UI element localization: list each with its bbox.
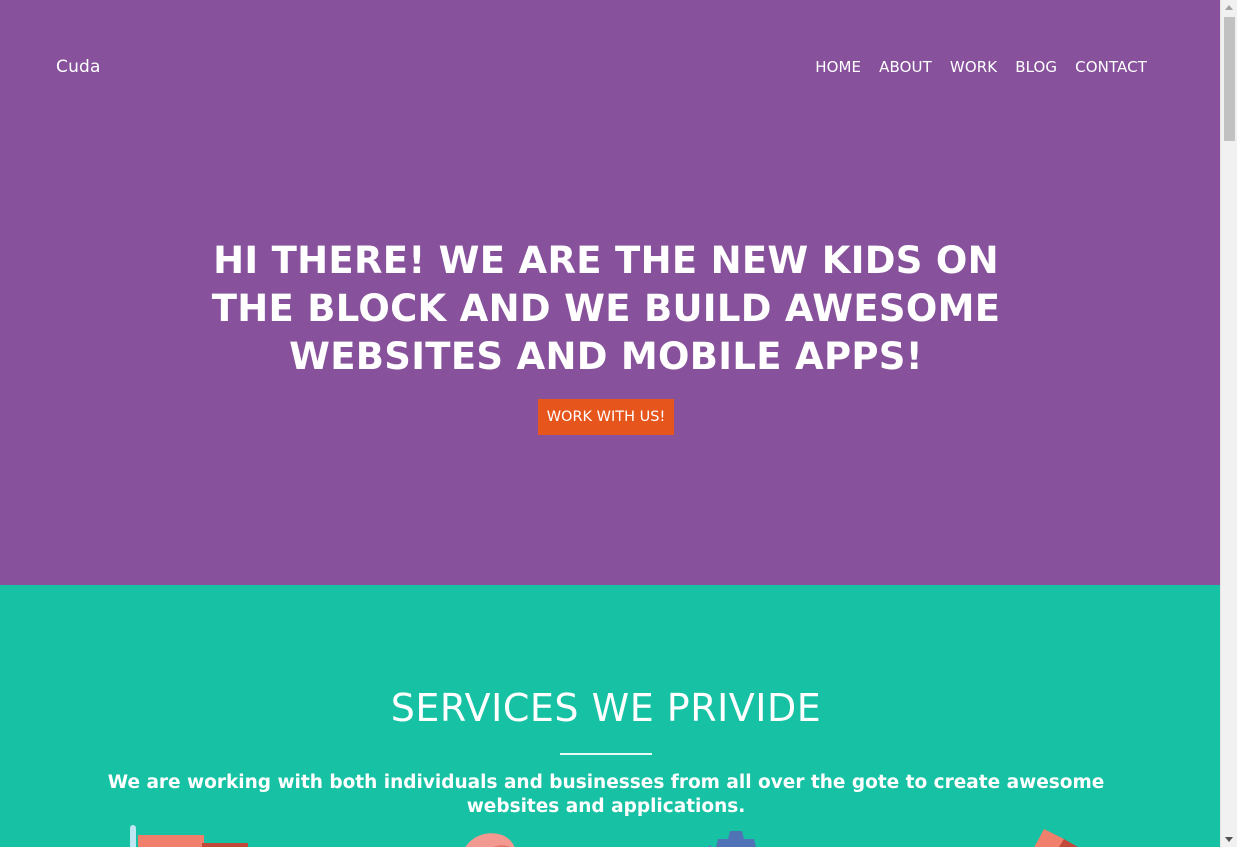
services-title: SERVICES WE PRIVIDE [390, 686, 822, 730]
nav-work[interactable]: WORK [950, 58, 997, 76]
page: Cuda HOME ABOUT WORK BLOG CONTACT HI THE… [0, 0, 1220, 847]
pencil-icon [1034, 829, 1078, 847]
vertical-scrollbar[interactable] [1220, 0, 1237, 847]
brand-logo[interactable]: Cuda [56, 57, 101, 77]
brush-icon [465, 833, 515, 847]
gear-icon [707, 831, 756, 847]
cup-icon [130, 825, 248, 847]
services-description: We are working with both individuals and… [107, 772, 1105, 817]
title-divider [560, 753, 652, 755]
nav-about[interactable]: ABOUT [879, 58, 932, 76]
nav-blog[interactable]: BLOG [1015, 58, 1057, 76]
nav-contact[interactable]: CONTACT [1075, 58, 1147, 76]
scroll-up-arrow-icon[interactable] [1225, 5, 1233, 10]
nav-home[interactable]: HOME [815, 58, 861, 76]
scroll-down-arrow-icon[interactable] [1225, 837, 1233, 842]
scrollbar-thumb[interactable] [1224, 17, 1235, 141]
main-nav: HOME ABOUT WORK BLOG CONTACT [815, 58, 1147, 76]
work-with-us-button[interactable]: WORK WITH US! [538, 399, 674, 435]
services-section: SERVICES WE PRIVIDE We are working with … [0, 585, 1220, 847]
hero-heading: HI THERE! WE ARE THE NEW KIDS ON THE BLO… [211, 239, 1001, 378]
hero-section: Cuda HOME ABOUT WORK BLOG CONTACT HI THE… [0, 0, 1220, 585]
